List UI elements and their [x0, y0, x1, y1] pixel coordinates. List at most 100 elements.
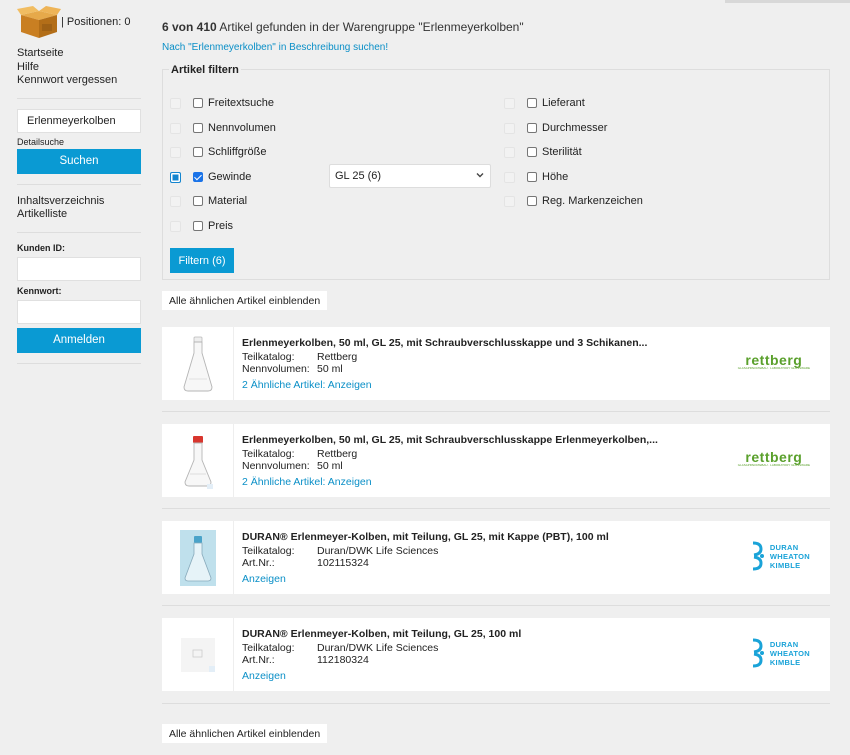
cart-positions: | Positionen: 0	[61, 16, 131, 28]
product-title[interactable]: Erlenmeyerkolben, 50 ml, GL 25, mit Schr…	[242, 337, 647, 349]
filter-toggle[interactable]	[504, 171, 515, 183]
product-field: Teilkatalog: Duran/DWK Life Sciences	[242, 642, 439, 654]
link-hilfe[interactable]: Hilfe	[17, 61, 141, 75]
filter-option-lieferant[interactable]: Lieferant	[504, 96, 585, 110]
filter-option-gewinde[interactable]: Gewinde	[170, 170, 251, 184]
product-field: Nennvolumen: 50 ml	[242, 363, 343, 375]
link-artikelliste[interactable]: Artikelliste	[17, 208, 141, 222]
divider	[17, 97, 141, 99]
search-description-link[interactable]: Nach "Erlenmeyerkolben" in Beschreibung …	[162, 42, 388, 53]
show-similar-button-bottom[interactable]: Alle ähnlichen Artikel einblenden	[162, 724, 328, 743]
divider	[162, 703, 830, 704]
link-kennwort-vergessen[interactable]: Kennwort vergessen	[17, 74, 141, 88]
product-title[interactable]: DURAN® Erlenmeyer-Kolben, mit Teilung, G…	[242, 531, 609, 543]
result-count: 6 von 410	[162, 20, 217, 34]
filter-toggle[interactable]	[504, 146, 515, 158]
checkbox[interactable]	[527, 196, 537, 206]
result-text: Artikel gefunden in der Warengruppe "Erl…	[216, 20, 524, 34]
product-image[interactable]	[162, 618, 234, 691]
top-edge-shadow	[725, 0, 850, 3]
link-detailsuche[interactable]: Detailsuche	[17, 137, 141, 147]
checkbox[interactable]	[193, 196, 203, 206]
gewinde-select[interactable]: GL 25 (6)	[329, 164, 491, 188]
search-input[interactable]	[17, 108, 141, 133]
chevron-down-icon	[475, 170, 485, 182]
product-image[interactable]	[162, 327, 234, 400]
filter-option-preis[interactable]: Preis	[170, 219, 233, 233]
link-startseite[interactable]: Startseite	[17, 47, 141, 61]
similar-articles-link[interactable]: 2 Ähnliche Artikel: Anzeigen	[242, 476, 372, 488]
filter-option-hoehe[interactable]: Höhe	[504, 170, 568, 184]
cart-box-icon[interactable]	[17, 5, 61, 39]
checkbox[interactable]	[527, 98, 537, 108]
filter-toggle[interactable]	[170, 220, 181, 232]
filter-option-nennvolumen[interactable]: Nennvolumen	[170, 121, 276, 135]
filter-button[interactable]: Filtern (6)	[170, 248, 234, 273]
filter-option-durchmesser[interactable]: Durchmesser	[504, 121, 607, 135]
product-field: Art.Nr.: 112180324	[242, 654, 369, 666]
product-field: Teilkatalog: Rettberg	[242, 351, 358, 363]
filter-option-freitextsuche[interactable]: Freitextsuche	[170, 96, 274, 110]
checkbox-checked[interactable]	[193, 172, 203, 182]
product-field: Art.Nr.: 102115324	[242, 557, 369, 569]
nav-links: Inhaltsverzeichnis Artikelliste	[17, 195, 141, 222]
link-inhaltsverzeichnis[interactable]: Inhaltsverzeichnis	[17, 195, 141, 209]
filter-toggle[interactable]	[504, 97, 515, 109]
show-link[interactable]: Anzeigen	[242, 573, 286, 585]
checkbox[interactable]	[193, 147, 203, 157]
customer-id-label: Kunden ID:	[17, 242, 65, 253]
customer-id-input[interactable]	[17, 256, 141, 281]
checkbox[interactable]	[527, 147, 537, 157]
password-label: Kennwort:	[17, 285, 62, 296]
divider	[162, 411, 830, 412]
gewinde-selected-value: GL 25 (6)	[335, 170, 382, 182]
product-image[interactable]	[162, 521, 234, 594]
filter-toggle[interactable]	[504, 122, 515, 134]
product-card[interactable]: DURAN® Erlenmeyer-Kolben, mit Teilung, G…	[162, 618, 830, 691]
divider	[17, 362, 141, 364]
product-field: Teilkatalog: Rettberg	[242, 448, 358, 460]
rettberg-logo: rettberg GLASAPPARATEBAU · LABORATORY GLA…	[737, 449, 810, 467]
product-title[interactable]: Erlenmeyerkolben, 50 ml, GL 25, mit Schr…	[242, 434, 658, 446]
product-card[interactable]: DURAN® Erlenmeyer-Kolben, mit Teilung, G…	[162, 521, 830, 594]
result-heading: 6 von 410 Artikel gefunden in der Wareng…	[162, 20, 524, 34]
filter-panel: Artikel filtern Freitextsuche Nennvolume…	[162, 64, 830, 280]
duran-logo: DURAN WHEATON KIMBLE	[735, 541, 810, 571]
login-button[interactable]: Anmelden	[17, 327, 141, 353]
sidebar: | Positionen: 0 Startseite Hilfe Kennwor…	[17, 0, 141, 374]
cart-summary[interactable]: | Positionen: 0	[17, 3, 141, 41]
password-input[interactable]	[17, 299, 141, 324]
similar-articles-link[interactable]: 2 Ähnliche Artikel: Anzeigen	[242, 379, 372, 391]
checkbox[interactable]	[193, 123, 203, 133]
checkbox[interactable]	[527, 172, 537, 182]
filter-option-schliffgroesse[interactable]: Schliffgröße	[170, 145, 267, 159]
divider	[17, 231, 141, 233]
divider	[162, 605, 830, 606]
filter-option-material[interactable]: Material	[170, 194, 247, 208]
divider	[17, 183, 141, 185]
filter-toggle[interactable]	[170, 195, 181, 207]
show-similar-button-top[interactable]: Alle ähnlichen Artikel einblenden	[162, 291, 328, 310]
filter-toggle[interactable]	[170, 97, 181, 109]
checkbox[interactable]	[193, 98, 203, 108]
product-image[interactable]	[162, 424, 234, 497]
rettberg-logo: rettberg GLASAPPARATEBAU · LABORATORY GLA…	[737, 352, 810, 370]
search-button[interactable]: Suchen	[17, 148, 141, 174]
product-card[interactable]: Erlenmeyerkolben, 50 ml, GL 25, mit Schr…	[162, 424, 830, 497]
filter-option-reg-markenzeichen[interactable]: Reg. Markenzeichen	[504, 194, 643, 208]
filter-option-sterilitaet[interactable]: Sterilität	[504, 145, 582, 159]
filter-toggle-active[interactable]	[170, 171, 181, 183]
divider	[162, 508, 830, 509]
checkbox[interactable]	[527, 123, 537, 133]
duran-logo: DURAN WHEATON KIMBLE	[735, 638, 810, 668]
product-title[interactable]: DURAN® Erlenmeyer-Kolben, mit Teilung, G…	[242, 628, 521, 640]
side-links: Startseite Hilfe Kennwort vergessen	[17, 47, 141, 88]
show-link[interactable]: Anzeigen	[242, 670, 286, 682]
filter-toggle[interactable]	[170, 122, 181, 134]
filter-toggle[interactable]	[170, 146, 181, 158]
filter-legend: Artikel filtern	[169, 64, 241, 76]
product-field: Teilkatalog: Duran/DWK Life Sciences	[242, 545, 439, 557]
product-card[interactable]: Erlenmeyerkolben, 50 ml, GL 25, mit Schr…	[162, 327, 830, 400]
filter-toggle[interactable]	[504, 195, 515, 207]
checkbox[interactable]	[193, 221, 203, 231]
